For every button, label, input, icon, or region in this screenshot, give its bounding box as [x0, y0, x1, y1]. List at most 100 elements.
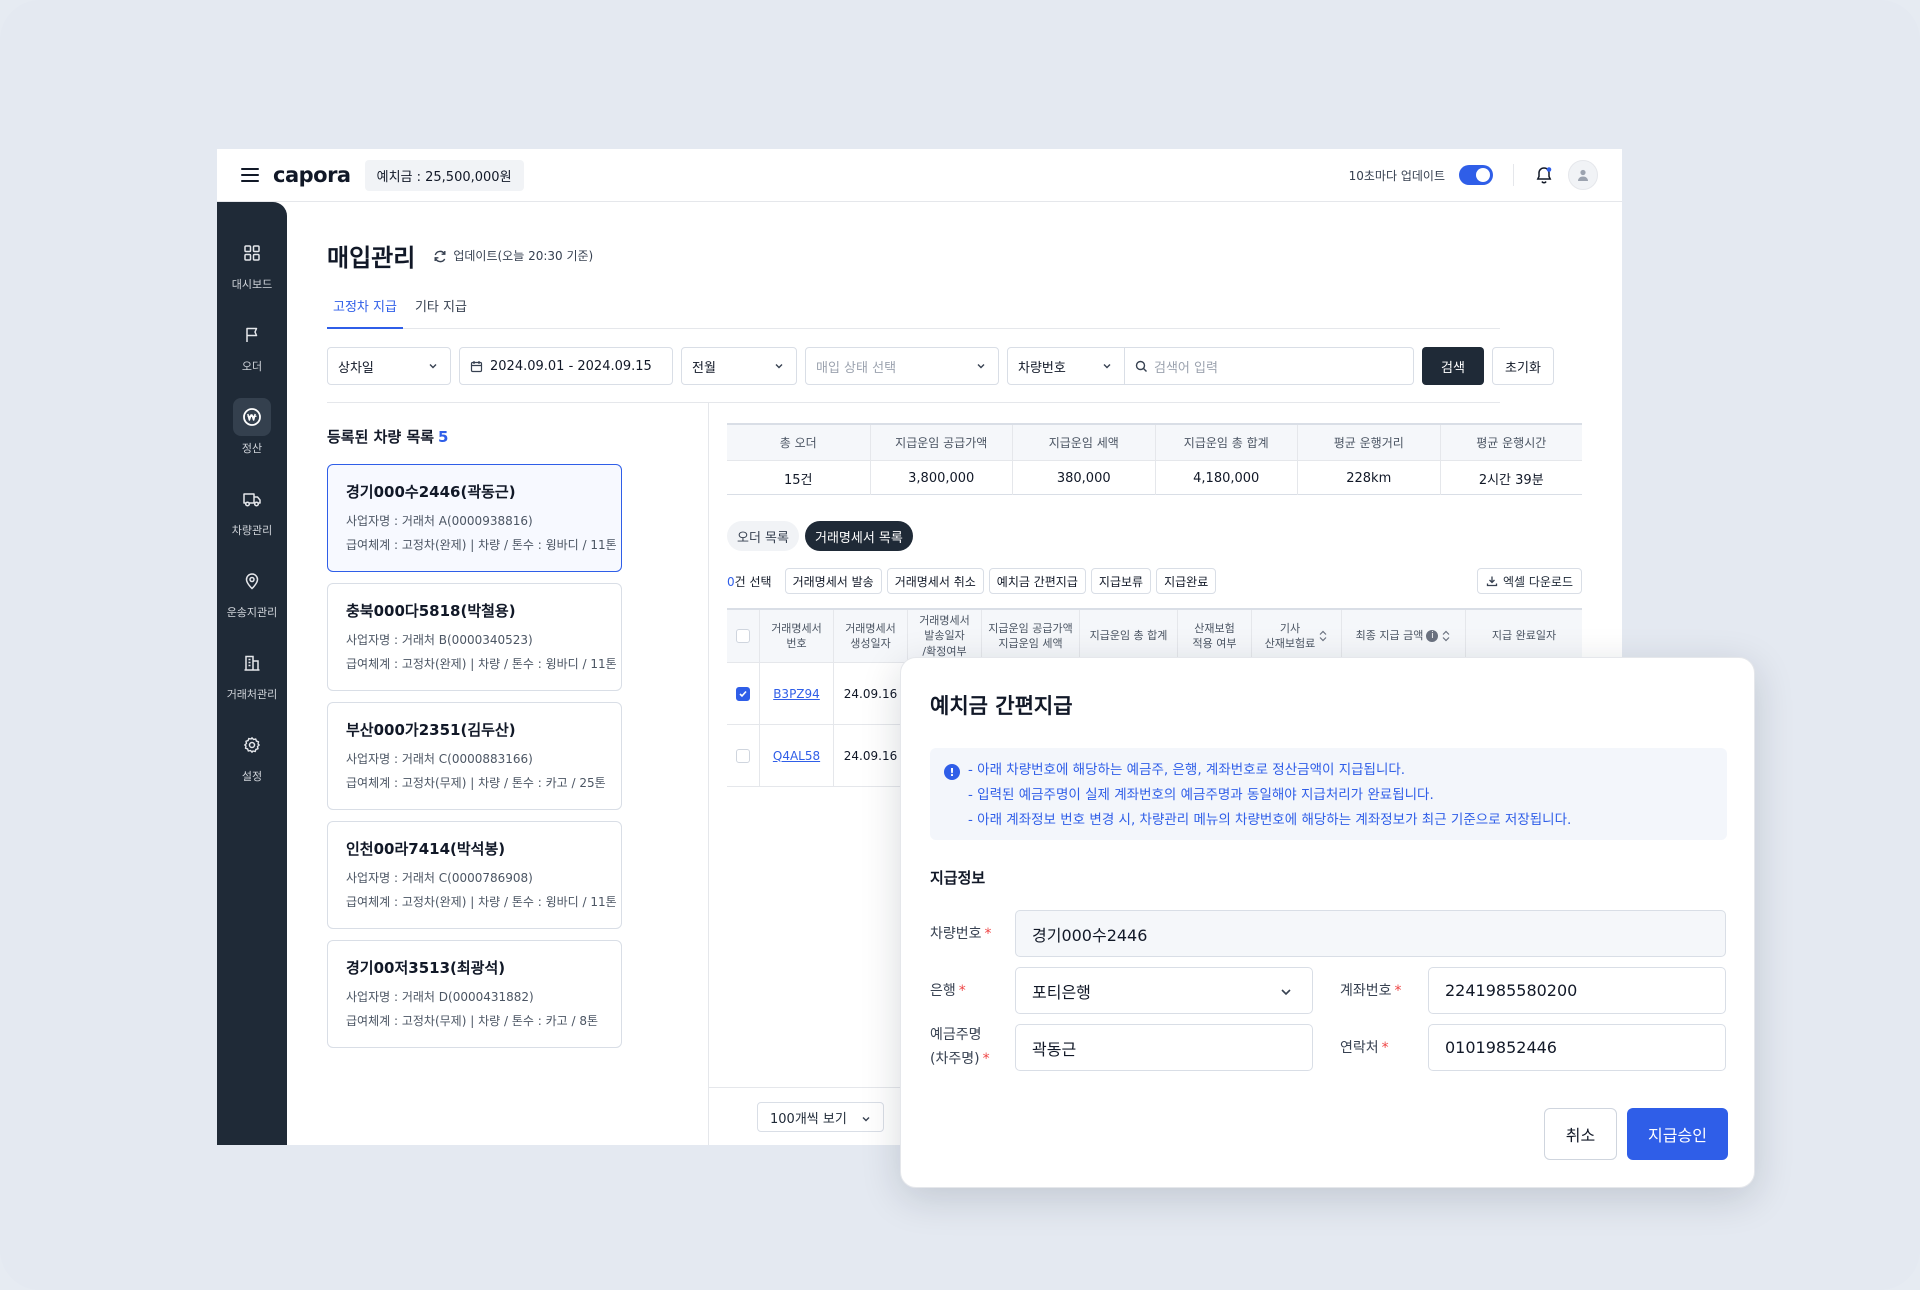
vehicle-list-panel: 등록된 차량 목록 5 경기000수2446(곽동근) 사업자명 : 거래처 A(…	[327, 403, 709, 1145]
sidebar-item-settings[interactable]: 설정	[217, 720, 287, 802]
avatar[interactable]	[1568, 160, 1598, 190]
hold-payment-button[interactable]: 지급보류	[1090, 568, 1152, 594]
summary-header: 지급운임 공급가액	[869, 425, 1013, 460]
search-group: 차량번호 검색어 입력	[1007, 347, 1414, 385]
vehicle-card[interactable]: 충북000다5818(박철용) 사업자명 : 거래처 B(0000340523)…	[327, 583, 622, 691]
holder-name-value: 곽동근	[1032, 1039, 1077, 1059]
excel-download-button[interactable]: 엑셀 다운로드	[1476, 568, 1582, 594]
label-text: 은행	[930, 983, 956, 999]
reset-button[interactable]: 초기화	[1492, 347, 1554, 385]
statement-number-link[interactable]: Q4AL58	[773, 749, 820, 763]
date-type-select[interactable]: 상차일	[327, 347, 451, 385]
vehicle-card[interactable]: 경기00저3513(최광석) 사업자명 : 거래처 D(0000431882) …	[327, 940, 622, 1048]
vehicle-card[interactable]: 부산000가2351(김두산) 사업자명 : 거래처 C(0000883166)…	[327, 702, 622, 810]
phone-label: 연락처 *	[1340, 1036, 1389, 1060]
deposit-pay-button[interactable]: 예치금 간편지급	[988, 568, 1086, 594]
sort-icon	[1319, 630, 1327, 642]
cancel-statement-button[interactable]: 거래명세서 취소	[886, 568, 984, 594]
vehicle-list-title-text: 등록된 차량 목록	[327, 428, 435, 446]
row-select-cell	[727, 663, 759, 724]
vehicle-number-field[interactable]: 경기000수2446	[1015, 910, 1726, 957]
summary-value: 228km	[1297, 461, 1440, 495]
status-select[interactable]: 매입 상태 선택	[805, 347, 999, 385]
vehicle-card[interactable]: 인천00라7414(박석봉) 사업자명 : 거래처 C(0000786908) …	[327, 821, 622, 929]
tab-statement-list[interactable]: 거래명세서 목록	[804, 521, 913, 551]
summary-header: 총 오더	[779, 436, 817, 450]
vehicle-business: 사업자명 : 거래처 C(0000883166)	[346, 752, 533, 766]
chevron-down-icon	[775, 364, 783, 369]
select-all-cell	[727, 610, 759, 662]
search-button[interactable]: 검색	[1422, 347, 1484, 385]
required-mark: *	[1394, 983, 1402, 999]
label-text: 연락처	[1340, 1040, 1379, 1056]
statement-number-link[interactable]: B3PZ94	[773, 687, 820, 701]
refresh-button[interactable]: 업데이트(오늘 20:30 기준)	[433, 247, 593, 264]
sidebar-item-vehicle[interactable]: 차량관리	[217, 474, 287, 556]
column-header: 최종 지급 금액	[1355, 629, 1424, 643]
page-size-select[interactable]: 100개씩 보기	[757, 1102, 884, 1132]
period-value: 전월	[692, 360, 716, 376]
filter-bar: 상차일 2024.09.01 - 2024.09.15 전월 매입 상태 선택 …	[327, 347, 1554, 385]
calendar-icon	[470, 360, 483, 372]
menu-icon[interactable]	[241, 168, 259, 182]
sidebar-item-order[interactable]: 오더	[217, 310, 287, 392]
phone-field[interactable]: 01019852446	[1428, 1024, 1726, 1071]
sidebar-item-destination[interactable]: 운송지관리	[217, 556, 287, 638]
required-mark: *	[1381, 1040, 1389, 1056]
bank-select[interactable]: 포티은행	[1015, 967, 1313, 1014]
period-select[interactable]: 전월	[681, 347, 797, 385]
building-icon	[233, 644, 271, 682]
date-range-picker[interactable]: 2024.09.01 - 2024.09.15	[459, 347, 673, 385]
holder-label: 예금주명 (차주명) *	[930, 1023, 990, 1071]
selected-count-suffix: 건 선택	[734, 574, 772, 589]
holder-name-field[interactable]: 곽동근	[1015, 1024, 1313, 1071]
account-number-field[interactable]: 2241985580200	[1428, 967, 1726, 1014]
vehicle-business: 사업자명 : 거래처 B(0000340523)	[346, 633, 533, 647]
vehicle-card[interactable]: 경기000수2446(곽동근) 사업자명 : 거래처 A(0000938816)…	[327, 464, 622, 572]
vehicle-name: 부산000가2351(김두산)	[346, 721, 516, 739]
chevron-down-icon	[1281, 989, 1291, 996]
chevron-down-icon	[429, 364, 437, 369]
tab-fixed-payment[interactable]: 고정차 지급	[327, 292, 403, 329]
column-header-sortable[interactable]: 최종 지급 금액 i	[1341, 610, 1465, 662]
row-checkbox[interactable]	[736, 686, 750, 701]
search-input[interactable]: 검색어 입력	[1125, 347, 1414, 385]
sidebar-item-label: 거래처관리	[226, 688, 278, 701]
required-mark: *	[984, 926, 992, 942]
vehicle-info: 급여체계 : 고정차(무제) | 차량 / 톤수 : 카고 / 8톤	[346, 1014, 598, 1028]
complete-payment-button[interactable]: 지급완료	[1156, 568, 1217, 594]
vehicle-info: 급여체계 : 고정차(완제) | 차량 / 톤수 : 윙바디 / 11톤	[346, 895, 617, 909]
select-all-checkbox[interactable]	[736, 629, 750, 643]
sidebar-item-dashboard[interactable]: 대시보드	[217, 228, 287, 310]
top-bar: capora 예치금 : 25,500,000원 10초마다 업데이트	[217, 149, 1622, 202]
bank-label: 은행 *	[930, 979, 966, 1003]
send-statement-button[interactable]: 거래명세서 발송	[784, 568, 882, 594]
refresh-icon	[434, 250, 446, 262]
modal-title: 예치금 간편지급	[930, 694, 1073, 718]
search-type-select[interactable]: 차량번호	[1007, 347, 1125, 385]
vehicle-list-title: 등록된 차량 목록 5	[327, 426, 448, 447]
gear-icon	[233, 726, 271, 764]
section-title: 지급정보	[930, 869, 986, 887]
column-header-sortable[interactable]: 기사 산재보험료	[1251, 610, 1341, 662]
notice-line: - 아래 차량번호에 해당하는 예금주, 은행, 계좌번호로 정산금액이 지급됩…	[968, 762, 1406, 778]
refresh-text: 업데이트(오늘 20:30 기준)	[453, 249, 594, 263]
tab-other-payment[interactable]: 기타 지급	[409, 292, 473, 329]
vehicle-number-value: 경기000수2446	[1032, 925, 1148, 945]
auto-update-toggle[interactable]	[1459, 165, 1493, 185]
vehicle-info: 급여체계 : 고정차(완제) | 차량 / 톤수 : 윙바디 / 11톤	[346, 657, 617, 671]
page-title: 매입관리	[327, 244, 416, 272]
approve-payment-button[interactable]: 지급승인	[1627, 1108, 1728, 1160]
sidebar-item-settlement[interactable]: 정산	[217, 392, 287, 474]
summary-value: 2시간 39분	[1439, 461, 1583, 495]
column-header: 거래명세서 번호	[759, 610, 833, 662]
row-checkbox[interactable]	[736, 748, 750, 763]
cancel-button[interactable]: 취소	[1544, 1108, 1617, 1160]
info-icon[interactable]: i	[1426, 630, 1439, 642]
sidebar-item-label: 운송지관리	[226, 606, 278, 619]
vehicle-number-label: 차량번호 *	[930, 922, 992, 946]
sidebar-item-clients[interactable]: 거래처관리	[217, 638, 287, 720]
tab-order-list[interactable]: 오더 목록	[727, 521, 799, 551]
logo: capora	[273, 163, 351, 187]
bell-icon[interactable]	[1534, 165, 1554, 185]
